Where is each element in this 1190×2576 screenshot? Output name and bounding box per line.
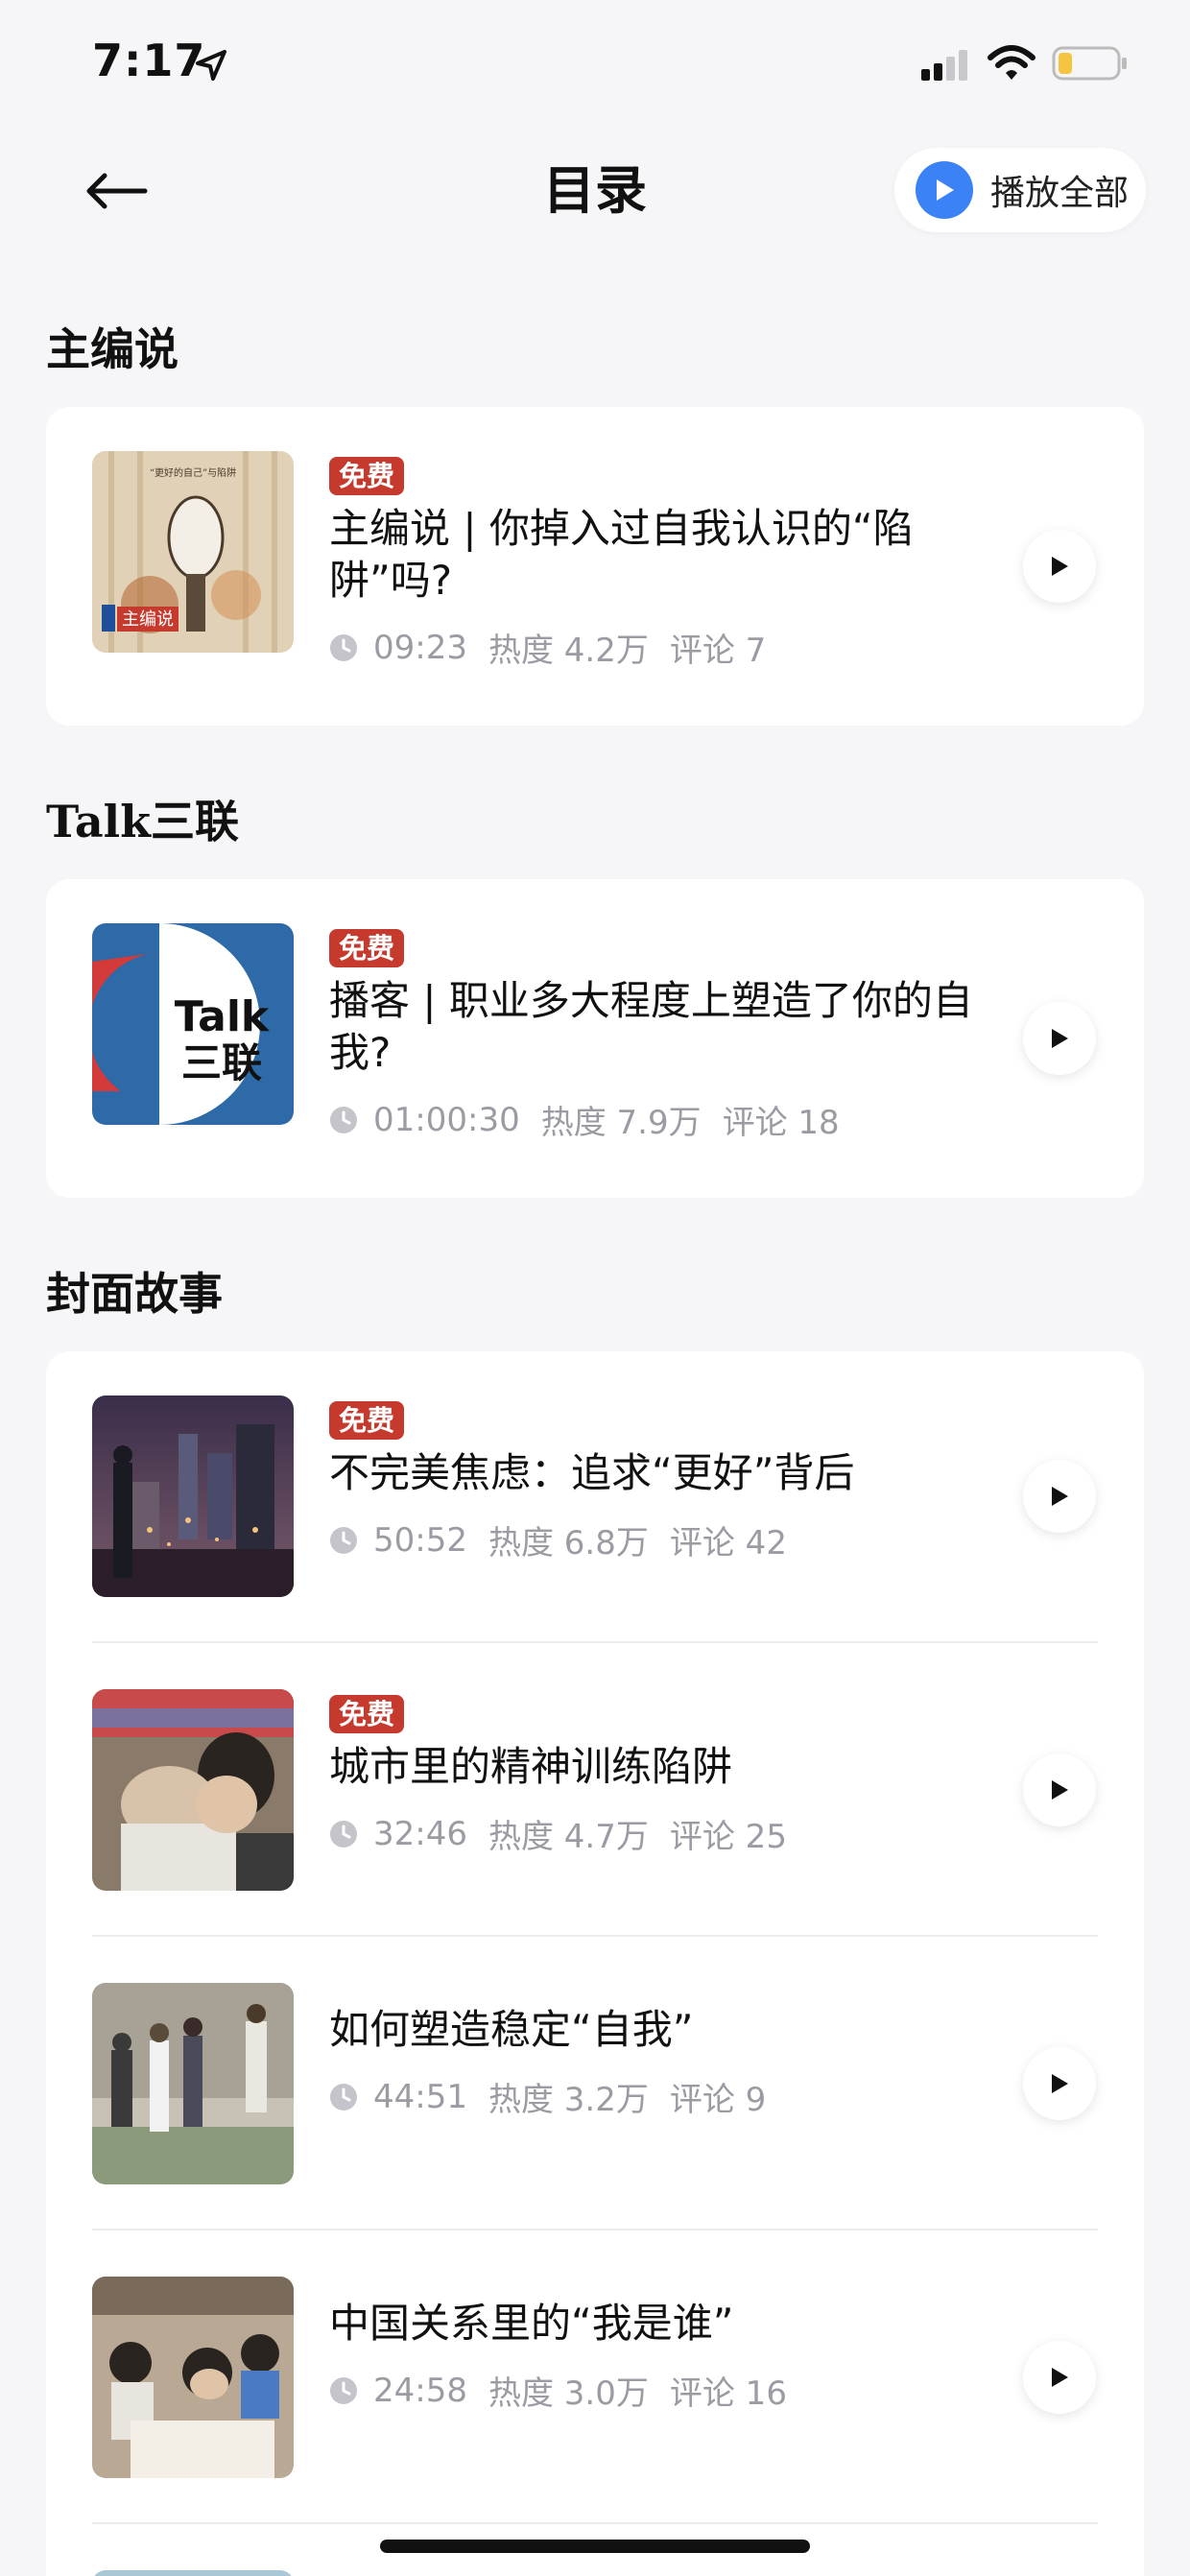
episode-title: 如何塑造稳定“自我”: [329, 2006, 694, 2053]
play-all-button[interactable]: 播放全部: [894, 148, 1146, 232]
play-icon: [1052, 557, 1068, 576]
back-button[interactable]: [77, 157, 154, 225]
thumbnail-logo-top: Talk: [175, 992, 271, 1041]
episode-comments: 评论 18: [722, 1104, 840, 1142]
back-arrow-icon: [86, 173, 148, 209]
play-button[interactable]: [1023, 1002, 1096, 1075]
episode-meta: 32:46 热度 4.7万 评论 25: [329, 1810, 1001, 1857]
episode-duration: 44:51: [373, 2077, 467, 2116]
divider: [92, 2522, 1098, 2524]
play-icon: [1052, 1029, 1068, 1048]
divider: [92, 1641, 1098, 1643]
section-title-talk: Talk三联: [46, 796, 239, 847]
thumbnail-caption: “更好的自己”与陷阱: [150, 466, 236, 479]
play-button[interactable]: [1023, 2341, 1096, 2414]
episode-comments: 评论 42: [669, 1524, 787, 1562]
episode-item[interactable]: 如何塑造稳定“自我” 44:51 热度 3.2万 评论 9: [46, 1939, 1144, 2232]
episode-comments: 评论 25: [669, 1818, 787, 1856]
divider: [92, 1935, 1098, 1937]
episode-heat: 热度 3.2万: [488, 2081, 649, 2119]
free-badge: 免费: [329, 1401, 405, 1440]
clock-icon: [330, 633, 357, 661]
episode-item[interactable]: 免费 城市里的精神训练陷阱 32:46 热度 4.7万 评论 25: [46, 1645, 1144, 1939]
episode-comments: 评论 16: [669, 2374, 787, 2413]
clock-icon: [330, 2083, 357, 2111]
episode-duration: 32:46: [373, 1814, 467, 1853]
section-title-cover-story: 封面故事: [46, 1268, 223, 1320]
wifi-icon: [988, 45, 1035, 80]
episode-heat: 热度 3.0万: [488, 2374, 649, 2413]
section-card-editor: “更好的自己”与陷阱 主编说 免费 主编说 | 你掉入过自我认识的“陷阱”吗? …: [46, 407, 1144, 726]
episode-thumbnail: [92, 1689, 294, 1891]
play-icon: [1052, 2368, 1068, 2387]
section-card-talk: Talk 三联 免费 播客 | 职业多大程度上塑造了你的自我? 01:00:30…: [46, 879, 1144, 1198]
episode-duration: 50:52: [373, 1520, 467, 1560]
thumbnail-logo-bottom: 三联: [181, 1039, 262, 1086]
episode-duration: 01:00:30: [373, 1100, 520, 1139]
play-all-label: 播放全部: [990, 174, 1130, 213]
play-icon: [1052, 1780, 1068, 1800]
episode-item[interactable]: Talk 三联 免费 播客 | 职业多大程度上塑造了你的自我? 01:00:30…: [46, 879, 1144, 1198]
divider: [92, 2229, 1098, 2230]
episode-title: 播客 | 职业多大程度上塑造了你的自我?: [329, 977, 973, 1076]
episode-heat: 热度 6.8万: [488, 1524, 649, 1562]
episode-duration: 24:58: [373, 2371, 467, 2410]
free-badge: 免费: [329, 457, 405, 495]
episode-heat: 热度 4.7万: [488, 1818, 649, 1856]
episode-item[interactable]: 中国关系里的“我是谁” 24:58 热度 3.0万 评论 16: [46, 2232, 1144, 2526]
play-button[interactable]: [1023, 530, 1096, 603]
episode-heat: 热度 7.9万: [540, 1104, 702, 1142]
free-badge: 免费: [329, 1695, 405, 1733]
play-icon: [1052, 2074, 1068, 2093]
free-badge: 免费: [329, 929, 405, 967]
episode-meta: 24:58 热度 3.0万 评论 16: [329, 2367, 1001, 2414]
episode-meta: 44:51 热度 3.2万 评论 9: [329, 2073, 1001, 2120]
episode-thumbnail: [92, 1395, 294, 1597]
episode-comments: 评论 9: [669, 2081, 767, 2119]
clock-icon: [330, 2376, 357, 2404]
episode-meta: 01:00:30 热度 7.9万 评论 18: [329, 1096, 1001, 1143]
episode-thumbnail: [92, 2277, 294, 2478]
home-indicator[interactable]: [380, 2540, 810, 2553]
play-all-icon: [916, 161, 973, 219]
battery-icon: [1052, 46, 1127, 81]
section-title-editor: 主编说: [46, 323, 178, 375]
next-episode-thumbnail: [92, 2570, 294, 2576]
play-button[interactable]: [1023, 1753, 1096, 1826]
episode-title: 中国关系里的“我是谁”: [329, 2300, 734, 2347]
clock-icon: [330, 1106, 357, 1133]
status-bar: 7:17: [0, 0, 1190, 125]
episode-heat: 热度 4.2万: [488, 632, 649, 670]
episode-title: 不完美焦虑：追求“更好”背后: [329, 1449, 855, 1496]
episode-item[interactable]: 免费 不完美焦虑：追求“更好”背后 50:52 热度 6.8万 评论 42: [46, 1351, 1144, 1645]
episode-meta: 09:23 热度 4.2万 评论 7: [329, 624, 1001, 671]
episode-item[interactable]: “更好的自己”与陷阱 主编说 免费 主编说 | 你掉入过自我认识的“陷阱”吗? …: [46, 407, 1144, 726]
episode-thumbnail: [92, 1983, 294, 2184]
play-icon: [1052, 1487, 1068, 1506]
catalog-page: 7:17 目录 播放全部 主编说 “更好的自己”与陷阱 主编说 免费 主编说 |…: [0, 0, 1190, 2576]
section-card-cover-story: 免费 不完美焦虑：追求“更好”背后 50:52 热度 6.8万 评论 42 免费…: [46, 1351, 1144, 2576]
clock-icon: [330, 1526, 357, 1554]
episode-meta: 50:52 热度 6.8万 评论 42: [329, 1516, 1001, 1563]
thumbnail-label: 主编说: [122, 609, 174, 630]
episode-comments: 评论 7: [669, 632, 767, 670]
episode-thumbnail: Talk 三联: [92, 923, 294, 1125]
episode-duration: 09:23: [373, 628, 467, 667]
episode-thumbnail: “更好的自己”与陷阱 主编说: [92, 451, 294, 653]
episode-title: 主编说 | 你掉入过自我认识的“陷阱”吗?: [329, 505, 914, 604]
clock-icon: [330, 1820, 357, 1848]
episode-title: 城市里的精神训练陷阱: [329, 1743, 733, 1790]
cellular-signal-icon: [921, 50, 967, 81]
location-arrow-icon: [196, 50, 226, 81]
play-button[interactable]: [1023, 2047, 1096, 2120]
status-time: 7:17: [92, 35, 206, 86]
play-button[interactable]: [1023, 1460, 1096, 1533]
